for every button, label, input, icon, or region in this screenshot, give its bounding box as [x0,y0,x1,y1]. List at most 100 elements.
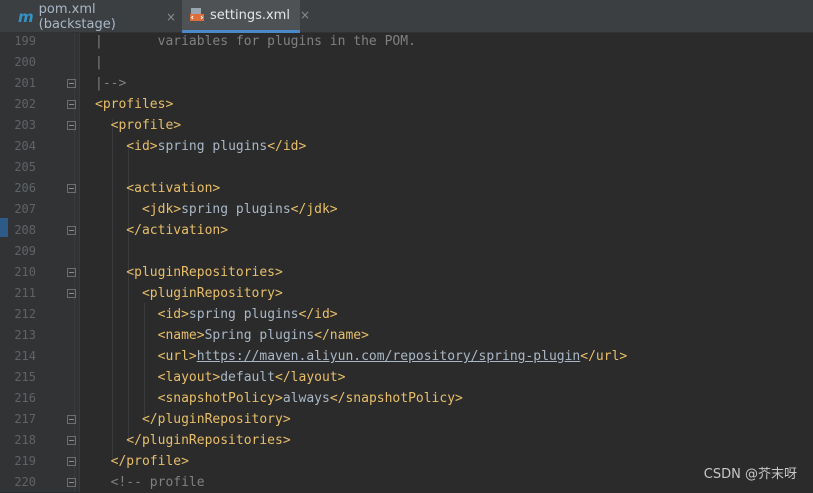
code-line[interactable]: 215 <layout>default</layout> [0,367,813,388]
xml-tag: </layout> [275,370,345,385]
xml-text: default [220,370,275,385]
code-line[interactable]: 199 | variables for plugins in the POM. [0,31,813,52]
code-line[interactable]: 204 <id>spring plugins</id> [0,136,813,157]
xml-tag: <profiles> [95,97,173,112]
code-line[interactable]: 210 <pluginRepositories> [0,262,813,283]
code-line[interactable]: 200 | [0,52,813,73]
line-number: 207 [0,199,36,220]
code-text: | variables for plugins in the POM. [95,31,416,52]
code-text: <snapshotPolicy>always</snapshotPolicy> [95,388,463,409]
code-line[interactable]: 203 <profile> [0,115,813,136]
xml-text: Spring plugins [205,328,315,343]
code-text: <jdk>spring plugins</jdk> [95,199,338,220]
code-text: <profile> [95,115,181,136]
xml-text: spring plugins [181,202,291,217]
code-editor[interactable]: 199| variables for plugins in the POM.20… [0,33,813,492]
maven-m-icon: m [18,8,34,26]
code-text: <profiles> [95,94,173,115]
fold-marker-icon[interactable] [67,226,76,235]
line-number: 219 [0,451,36,472]
code-line[interactable]: 209 [0,241,813,262]
xml-tag: </pluginRepositories> [95,433,291,448]
line-number: 199 [0,31,36,52]
code-line[interactable]: 206 <activation> [0,178,813,199]
line-number: 200 [0,52,36,73]
tab-pom-xml[interactable]: m pom.xml (backstage) × [0,0,176,33]
code-text: <name>Spring plugins</name> [95,325,369,346]
xml-tag: <pluginRepositories> [95,265,283,280]
code-text: <url>https://maven.aliyun.com/repository… [95,346,627,367]
xml-tag: </jdk> [291,202,338,217]
code-text: <id>spring plugins</id> [95,136,306,157]
line-number: 206 [0,178,36,199]
code-line[interactable]: 207 <jdk>spring plugins</jdk> [0,199,813,220]
code-line[interactable]: 217 </pluginRepository> [0,409,813,430]
code-line[interactable]: 220 <!-- profile [0,472,813,493]
line-number: 209 [0,241,36,262]
code-text: | [95,52,103,73]
code-line[interactable]: 202 <profiles> [0,94,813,115]
xml-tag: </url> [580,349,627,364]
xml-tag: </pluginRepository> [95,412,291,427]
code-text: <id>spring plugins</id> [95,304,338,325]
fold-marker-icon[interactable] [67,268,76,277]
xml-tag: <pluginRepository> [95,286,283,301]
code-line[interactable]: 213 <name>Spring plugins</name> [0,325,813,346]
tab-settings-xml[interactable]: settings.xml × [182,0,300,33]
url-link[interactable]: https://maven.aliyun.com/repository/spri… [197,349,581,364]
line-number: 216 [0,388,36,409]
line-number: 210 [0,262,36,283]
xml-tag: <layout> [95,370,220,385]
line-number: 203 [0,115,36,136]
line-number: 211 [0,283,36,304]
tab-settings-xml-label: settings.xml [210,8,290,23]
fold-marker-icon[interactable] [67,121,76,130]
code-text: </pluginRepository> [95,409,291,430]
xml-comment: |--> [95,76,126,91]
xml-file-icon [190,8,204,23]
xml-text: always [283,391,330,406]
code-line[interactable]: 219 </profile> [0,451,813,472]
code-line[interactable]: 208 </activation> [0,220,813,241]
fold-marker-icon[interactable] [67,478,76,487]
xml-tag: </profile> [95,454,189,469]
xml-tag: </id> [267,139,306,154]
fold-marker-icon[interactable] [67,415,76,424]
line-number: 214 [0,346,36,367]
xml-tag: </snapshotPolicy> [330,391,463,406]
editor-tab-bar: m pom.xml (backstage) × settings.xml × [0,0,813,33]
fold-marker-icon[interactable] [67,100,76,109]
line-number: 202 [0,94,36,115]
xml-tag: </id> [299,307,338,322]
fold-marker-icon[interactable] [67,184,76,193]
code-text: <layout>default</layout> [95,367,345,388]
code-text: |--> [95,73,126,94]
tab-pom-xml-label: pom.xml (backstage) [39,2,156,32]
code-line[interactable]: 205 [0,157,813,178]
fold-marker-icon[interactable] [67,457,76,466]
close-icon[interactable]: × [300,8,310,22]
code-line[interactable]: 214 <url>https://maven.aliyun.com/reposi… [0,346,813,367]
code-line[interactable]: 212 <id>spring plugins</id> [0,304,813,325]
fold-marker-icon[interactable] [67,436,76,445]
fold-marker-icon[interactable] [67,289,76,298]
line-number: 205 [0,157,36,178]
code-text: <pluginRepositories> [95,262,283,283]
code-line[interactable]: 218 </pluginRepositories> [0,430,813,451]
xml-tag: <name> [95,328,205,343]
close-icon[interactable]: × [166,10,176,24]
line-number: 220 [0,472,36,493]
xml-tag: <snapshotPolicy> [95,391,283,406]
xml-text: spring plugins [189,307,299,322]
xml-tag: </name> [314,328,369,343]
line-number: 215 [0,367,36,388]
fold-marker-icon[interactable] [67,79,76,88]
code-line[interactable]: 211 <pluginRepository> [0,283,813,304]
code-text: </profile> [95,451,189,472]
code-line[interactable]: 201 |--> [0,73,813,94]
code-text: </activation> [95,220,228,241]
line-number: 201 [0,73,36,94]
code-line[interactable]: 216 <snapshotPolicy>always</snapshotPoli… [0,388,813,409]
xml-tag: <id> [95,307,189,322]
xml-comment: <!-- profile [95,475,205,490]
